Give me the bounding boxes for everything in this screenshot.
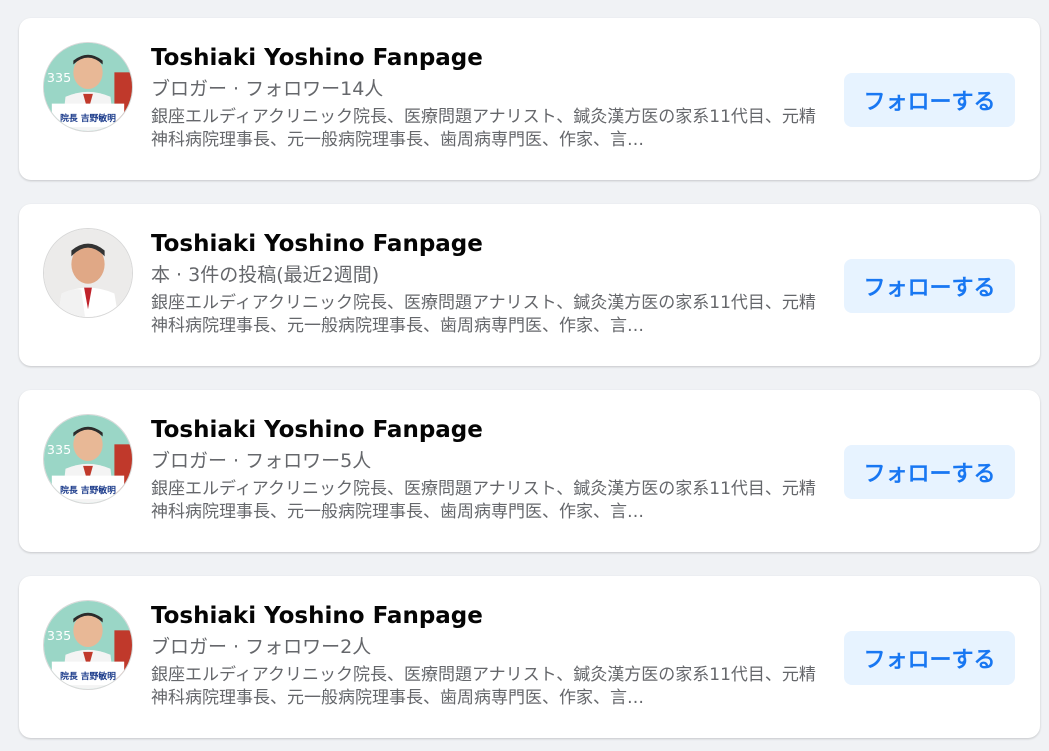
- page-description: 銀座エルディアクリニック院長、医療問題アナリスト、鍼灸漢方医の家系11代目、元精…: [151, 107, 816, 150]
- page-name-link[interactable]: Toshiaki Yoshino Fanpage: [151, 229, 819, 259]
- avatar-number-text: 335: [47, 628, 71, 643]
- poster-photo-icon: 335 院長 吉野敏明: [44, 415, 132, 503]
- avatar-number-text: 335: [47, 70, 71, 85]
- result-info: Toshiaki Yoshino Fanpage 本 · 3件の投稿(最近2週間…: [151, 229, 819, 338]
- page-meta: ブロガー · フォロワー5人: [151, 450, 372, 472]
- poster-photo-icon: 335 院長 吉野敏明: [44, 43, 132, 131]
- profile-avatar[interactable]: 335 院長 吉野敏明: [43, 600, 133, 690]
- avatar-title-text: 院長 吉野敏明: [60, 112, 116, 124]
- follow-button[interactable]: フォローする: [844, 445, 1015, 499]
- page-meta: ブロガー · フォロワー2人: [151, 636, 372, 658]
- page-name-link[interactable]: Toshiaki Yoshino Fanpage: [151, 415, 819, 445]
- page-name-link[interactable]: Toshiaki Yoshino Fanpage: [151, 601, 819, 631]
- portrait-photo-icon: [44, 229, 132, 317]
- page-result-card[interactable]: 335 院長 吉野敏明 Toshiaki Yoshino Fanpage ブロガ…: [19, 576, 1040, 738]
- avatar-number-text: 335: [47, 442, 71, 457]
- avatar-title-text: 院長 吉野敏明: [60, 670, 116, 682]
- result-info: Toshiaki Yoshino Fanpage ブロガー · フォロワー14人…: [151, 43, 819, 152]
- profile-avatar[interactable]: 335 院長 吉野敏明: [43, 414, 133, 504]
- result-info: Toshiaki Yoshino Fanpage ブロガー · フォロワー5人 …: [151, 415, 819, 524]
- follow-button[interactable]: フォローする: [844, 73, 1015, 127]
- page-description: 銀座エルディアクリニック院長、医療問題アナリスト、鍼灸漢方医の家系11代目、元精…: [151, 479, 816, 522]
- result-info: Toshiaki Yoshino Fanpage ブロガー · フォロワー2人 …: [151, 601, 819, 710]
- avatar-title-text: 院長 吉野敏明: [60, 484, 116, 496]
- page-meta: ブロガー · フォロワー14人: [151, 78, 384, 100]
- follow-button[interactable]: フォローする: [844, 259, 1015, 313]
- page-description: 銀座エルディアクリニック院長、医療問題アナリスト、鍼灸漢方医の家系11代目、元精…: [151, 665, 816, 708]
- poster-photo-icon: 335 院長 吉野敏明: [44, 601, 132, 689]
- page-result-card[interactable]: Toshiaki Yoshino Fanpage 本 · 3件の投稿(最近2週間…: [19, 204, 1040, 366]
- search-results-list: 335 院長 吉野敏明 Toshiaki Yoshino Fanpage ブロガ…: [0, 0, 1049, 751]
- page-meta: 本 · 3件の投稿(最近2週間): [151, 264, 380, 286]
- follow-button[interactable]: フォローする: [844, 631, 1015, 685]
- page-result-card[interactable]: 335 院長 吉野敏明 Toshiaki Yoshino Fanpage ブロガ…: [19, 390, 1040, 552]
- profile-avatar[interactable]: 335 院長 吉野敏明: [43, 42, 133, 132]
- profile-avatar[interactable]: [43, 228, 133, 318]
- page-result-card[interactable]: 335 院長 吉野敏明 Toshiaki Yoshino Fanpage ブロガ…: [19, 18, 1040, 180]
- page-name-link[interactable]: Toshiaki Yoshino Fanpage: [151, 43, 819, 73]
- page-description: 銀座エルディアクリニック院長、医療問題アナリスト、鍼灸漢方医の家系11代目、元精…: [151, 293, 816, 336]
